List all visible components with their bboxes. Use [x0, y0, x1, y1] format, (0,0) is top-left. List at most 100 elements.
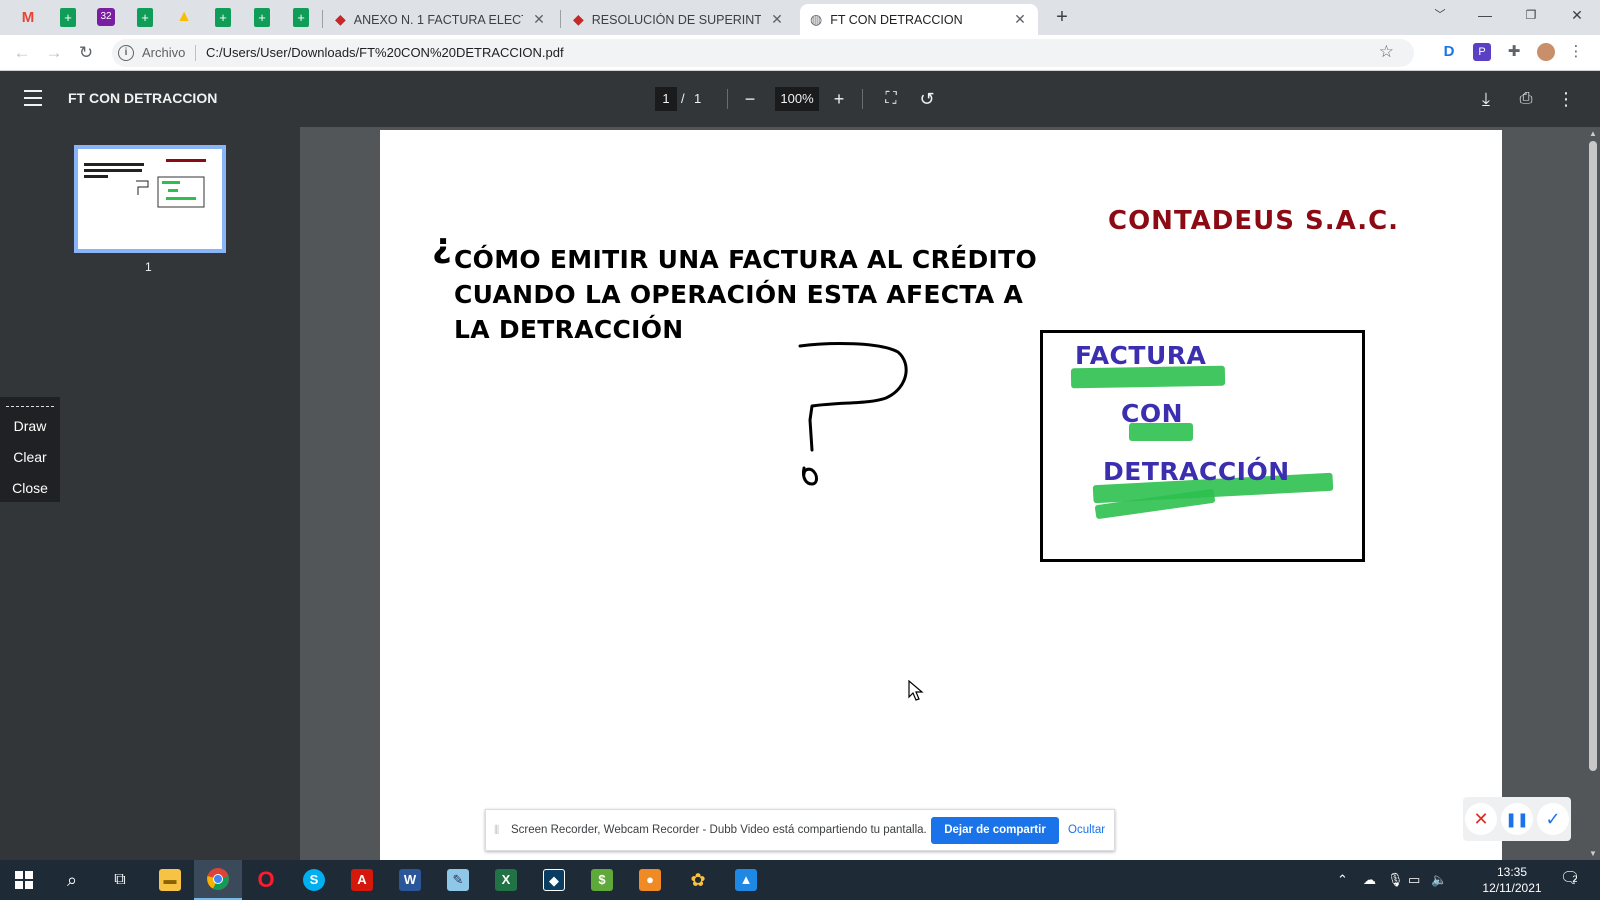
photos-app-icon[interactable]: ▲: [722, 860, 770, 900]
mouse-cursor-icon: [908, 680, 924, 701]
skype-icon[interactable]: S: [290, 860, 338, 900]
close-icon[interactable]: ✕: [769, 11, 785, 28]
sheets-icon[interactable]: +: [133, 6, 157, 28]
scroll-up-icon[interactable]: ▲: [1588, 129, 1598, 138]
gmail-icon[interactable]: M: [16, 6, 40, 28]
tab-anexo[interactable]: ◆ ANEXO N. 1 FACTURA ELECTRONI ✕: [325, 4, 557, 35]
more-options-icon[interactable]: ⋮: [1552, 85, 1580, 113]
clear-button[interactable]: Clear: [0, 449, 60, 465]
app-icon[interactable]: ◆: [530, 860, 578, 900]
headline-line: LA DETRACCIÓN: [454, 315, 684, 344]
thumbnail-preview: [84, 159, 206, 208]
clock-date: 12/11/2021: [1482, 881, 1542, 895]
tab-search-icon[interactable]: ﹀: [1417, 0, 1463, 30]
pdf-toolbar: FT CON DETRACCION 1 / 1 − 100% + ⛶ ↺ ⤓ ⎙…: [0, 71, 1600, 127]
tab-resolucion[interactable]: ◆ RESOLUCIÓN DE SUPERINTENDE ✕: [563, 4, 795, 35]
draw-button[interactable]: Draw: [0, 418, 60, 434]
search-icon[interactable]: ⌕: [48, 860, 96, 900]
sheets-icon[interactable]: +: [56, 6, 80, 28]
company-name: CONTADEUS S.A.C.: [1108, 206, 1400, 236]
reload-icon[interactable]: ↻: [74, 41, 98, 65]
word-icon[interactable]: W: [386, 860, 434, 900]
calendar-icon[interactable]: 32: [94, 6, 118, 28]
chrome-icon[interactable]: [194, 860, 242, 900]
tab-ft-con-detraccion[interactable]: ◍ FT CON DETRACCION ✕: [800, 4, 1038, 35]
thumbnail-page-number: 1: [145, 260, 152, 274]
scheme-label: Archivo: [142, 45, 186, 60]
tray-overflow-icon[interactable]: ⌃: [1337, 872, 1348, 888]
notifications-icon[interactable]: 🗨2: [1560, 868, 1585, 888]
headline-line: CÓMO EMITIR UNA FACTURA AL CRÉDITO: [454, 245, 1038, 274]
pause-icon[interactable]: ❚❚: [1501, 803, 1533, 835]
hamburger-menu-icon[interactable]: [24, 90, 42, 106]
notes-app-icon[interactable]: ✎: [434, 860, 482, 900]
spreadsheet-app-icon[interactable]: $: [578, 860, 626, 900]
fit-to-page-icon[interactable]: ⛶: [877, 85, 905, 113]
info-icon[interactable]: i: [118, 45, 134, 61]
toolbar-divider: [727, 89, 728, 109]
page-thumbnail[interactable]: [74, 145, 226, 253]
cancel-recording-icon[interactable]: ✕: [1465, 803, 1497, 835]
hide-button[interactable]: Ocultar: [1068, 824, 1105, 836]
close-icon[interactable]: ✕: [531, 11, 547, 28]
address-bar[interactable]: i Archivo C:/Users/User/Downloads/FT%20C…: [112, 39, 1414, 67]
microphone-icon[interactable]: 🎙: [1387, 872, 1404, 888]
forward-icon[interactable]: →: [42, 41, 66, 65]
vertical-scrollbar[interactable]: ▲ ▼: [1586, 127, 1600, 860]
sheets-icon[interactable]: +: [289, 6, 313, 28]
print-icon[interactable]: ⎙: [1512, 85, 1540, 113]
sunat-icon: ◆: [573, 11, 584, 27]
zoom-out-button[interactable]: −: [736, 85, 764, 113]
stop-sharing-button[interactable]: Dejar de compartir: [931, 817, 1059, 844]
minimize-button[interactable]: —: [1462, 0, 1508, 30]
file-explorer-icon[interactable]: ▬: [146, 860, 194, 900]
rotate-icon[interactable]: ↺: [913, 85, 941, 113]
sheets-icon[interactable]: +: [211, 6, 235, 28]
drive-icon[interactable]: ▲: [172, 6, 196, 28]
toolbar-divider: [862, 89, 863, 109]
scrollbar-thumb[interactable]: [1589, 141, 1597, 771]
windows-start-icon[interactable]: [0, 860, 48, 900]
system-clock[interactable]: 13:35 12/11/2021: [1476, 864, 1548, 896]
finish-recording-icon[interactable]: ✓: [1537, 803, 1569, 835]
menu-icon[interactable]: ⋮: [1567, 43, 1585, 61]
sunat-icon: ◆: [335, 11, 346, 27]
restore-button[interactable]: ❐: [1508, 0, 1554, 30]
excel-icon[interactable]: X: [482, 860, 530, 900]
paint-app-icon[interactable]: ✿: [674, 860, 722, 900]
tab-title: ANEXO N. 1 FACTURA ELECTRONI: [353, 12, 523, 27]
url-text[interactable]: C:/Users/User/Downloads/FT%20CON%20DETRA…: [206, 45, 564, 60]
drag-handle-icon[interactable]: ⦀: [494, 823, 499, 838]
document-title: FT CON DETRACCION: [68, 90, 218, 106]
question-mark: ¿: [432, 226, 452, 266]
bookmark-star-icon[interactable]: ☆: [1379, 42, 1394, 62]
close-icon[interactable]: ✕: [1012, 11, 1028, 28]
network-icon[interactable]: ▭: [1408, 872, 1420, 888]
window-close-button[interactable]: ✕: [1554, 0, 1600, 30]
zoom-in-button[interactable]: +: [825, 85, 853, 113]
drag-handle[interactable]: [6, 406, 54, 407]
avatar[interactable]: [1537, 43, 1555, 61]
page-number-input[interactable]: 1: [655, 87, 677, 111]
close-button[interactable]: Close: [0, 480, 60, 496]
puzzle-icon[interactable]: ✚: [1505, 43, 1523, 61]
zoom-input[interactable]: 100%: [775, 87, 819, 111]
opera-icon[interactable]: O: [242, 860, 290, 900]
extension-p-icon[interactable]: P: [1473, 43, 1491, 61]
extension-icon[interactable]: D: [1440, 43, 1458, 61]
scroll-down-icon[interactable]: ▼: [1588, 849, 1598, 858]
new-tab-button[interactable]: +: [1050, 6, 1074, 28]
media-app-icon[interactable]: ●: [626, 860, 674, 900]
thumbnail-sidebar: 1 Draw Clear Close: [0, 127, 300, 860]
volume-icon[interactable]: 🔈: [1431, 872, 1447, 888]
acrobat-icon[interactable]: A: [338, 860, 386, 900]
headline: CÓMO EMITIR UNA FACTURA AL CRÉDITO CUAND…: [454, 242, 1037, 347]
sheets-icon[interactable]: +: [250, 6, 274, 28]
task-view-icon[interactable]: ⧉: [96, 860, 144, 900]
onedrive-icon[interactable]: ☁: [1363, 872, 1376, 888]
back-icon[interactable]: ←: [10, 41, 34, 65]
box-word-con: CON: [1121, 399, 1184, 428]
download-icon[interactable]: ⤓: [1472, 85, 1500, 113]
windows-taskbar: ⌕ ⧉ ▬ O S A W ✎ X ◆ $ ● ✿ ▲ ⌃ ☁ 🎙 ▭ 🔈 13…: [0, 860, 1600, 900]
globe-icon: ◍: [810, 11, 823, 27]
